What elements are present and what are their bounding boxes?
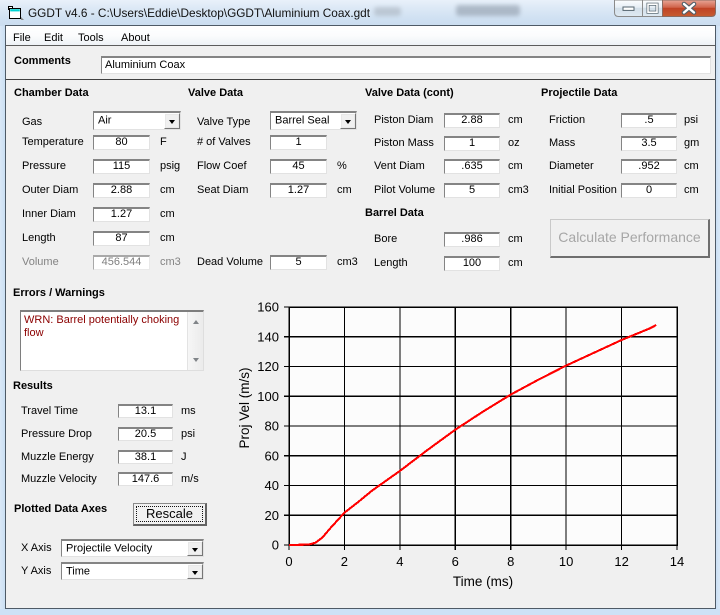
svg-text:12: 12 [614,554,628,569]
svg-text:8: 8 [507,554,514,569]
svg-text:80: 80 [265,419,279,434]
svg-text:14: 14 [670,554,684,569]
svg-text:160: 160 [257,300,279,315]
svg-text:60: 60 [265,448,279,463]
svg-text:0: 0 [285,554,292,569]
svg-text:10: 10 [559,554,573,569]
svg-text:100: 100 [257,389,279,404]
svg-text:0: 0 [272,538,279,553]
svg-text:20: 20 [265,508,279,523]
svg-text:Proj Vel (m/s): Proj Vel (m/s) [237,367,252,448]
svg-text:2: 2 [341,554,348,569]
svg-text:Time (ms): Time (ms) [453,574,513,589]
svg-text:40: 40 [265,478,279,493]
svg-text:140: 140 [257,329,279,344]
svg-text:6: 6 [452,554,459,569]
svg-text:4: 4 [396,554,403,569]
svg-text:120: 120 [257,359,279,374]
